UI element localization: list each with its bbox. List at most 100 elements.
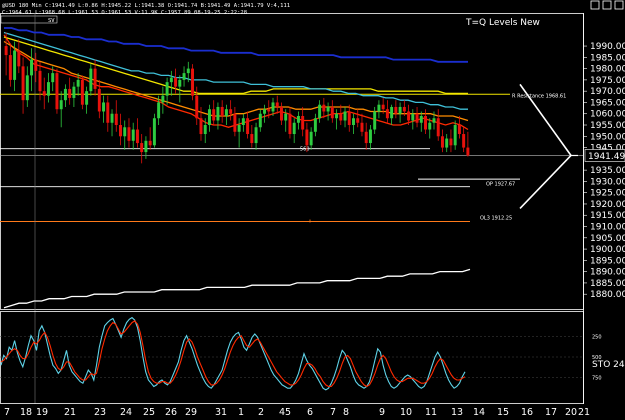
candle-body bbox=[440, 136, 444, 148]
candle-body bbox=[462, 134, 466, 148]
candle-body bbox=[326, 106, 330, 112]
candle-body bbox=[157, 102, 161, 119]
candle-body bbox=[254, 127, 258, 144]
price-tick-label: 1915.00 bbox=[590, 211, 625, 221]
candle-body bbox=[229, 109, 233, 114]
candle-body bbox=[415, 113, 419, 123]
candle-body bbox=[182, 73, 186, 80]
candle-body bbox=[25, 75, 29, 101]
date-tick-label: 24 bbox=[120, 407, 132, 418]
candle-body bbox=[385, 109, 389, 119]
date-tick-label: 18 bbox=[20, 407, 32, 418]
candle-body bbox=[4, 46, 8, 56]
price-tick-label: 1955.00 bbox=[590, 121, 625, 131]
candle-body bbox=[407, 111, 411, 121]
candle-body bbox=[250, 134, 254, 144]
price-tick-label: 1965.00 bbox=[590, 98, 625, 108]
candle-body bbox=[30, 59, 34, 76]
date-tick-label: 13 bbox=[451, 407, 463, 418]
price-tick-label: 1880.00 bbox=[590, 290, 625, 300]
trading-chart: @USD 180 Min C:1941.49 L:0.86 H:1945.22 … bbox=[0, 0, 625, 420]
level-label: 560 bbox=[300, 147, 310, 153]
candle-body bbox=[8, 55, 12, 80]
candle-body bbox=[102, 102, 106, 112]
candle-body bbox=[377, 104, 381, 112]
candle-body bbox=[263, 109, 267, 114]
price-tick-label: 1060.00 bbox=[590, 110, 625, 120]
price-tick-label: 1905.00 bbox=[590, 234, 625, 244]
date-tick-label: 26 bbox=[165, 407, 177, 418]
price-tick-label: 1950.00 bbox=[590, 132, 625, 142]
candle-body bbox=[123, 127, 127, 137]
date-tick-label: 29 bbox=[185, 407, 197, 418]
candle-body bbox=[233, 113, 237, 132]
date-tick-label: 23 bbox=[94, 407, 106, 418]
candle-body bbox=[237, 125, 241, 132]
price-tick-label: 1985.00 bbox=[590, 53, 625, 63]
candle-body bbox=[381, 104, 385, 110]
candle-body bbox=[313, 118, 317, 132]
candle-body bbox=[21, 66, 25, 101]
header-line-2: C:1964.61 L:1968.68 L:1961.53 O:1961.53 … bbox=[2, 10, 247, 16]
date-tick-label: 21 bbox=[64, 407, 76, 418]
candle-body bbox=[390, 106, 394, 119]
candle-body bbox=[63, 88, 67, 101]
date-tick-label: 25 bbox=[143, 407, 155, 418]
candle-body bbox=[80, 79, 84, 105]
candle-body bbox=[89, 68, 93, 92]
candle-body bbox=[271, 102, 275, 112]
candle-body bbox=[191, 68, 195, 96]
price-tick-label: 1885.00 bbox=[590, 279, 625, 289]
candle-body bbox=[51, 73, 55, 83]
candle-body bbox=[207, 109, 211, 126]
candle-body bbox=[402, 106, 406, 112]
candle-body bbox=[38, 70, 42, 92]
candle-body bbox=[195, 95, 199, 119]
price-tick-label: 1930.00 bbox=[590, 177, 625, 187]
date-tick-label: 16 bbox=[521, 407, 533, 418]
candle-body bbox=[212, 109, 216, 121]
sto-tick-label: 250 bbox=[592, 335, 602, 341]
date-tick-label: 7 bbox=[4, 407, 10, 418]
candle-body bbox=[186, 68, 190, 74]
candle-body bbox=[343, 111, 347, 121]
candle-body bbox=[131, 129, 135, 141]
candle-body bbox=[119, 125, 122, 137]
candle-body bbox=[373, 111, 377, 130]
price-tick-label: 1920.00 bbox=[590, 200, 625, 210]
candle-body bbox=[59, 100, 63, 110]
sto-tick-label: 750 bbox=[592, 376, 602, 382]
price-tick-label: 1980.00 bbox=[590, 65, 625, 75]
candle-body bbox=[466, 147, 470, 156]
date-tick-label: 31 bbox=[215, 407, 227, 418]
price-tick-label: 1990.00 bbox=[590, 42, 625, 52]
candle-body bbox=[368, 129, 372, 144]
candle-body bbox=[453, 125, 457, 146]
candle-body bbox=[106, 102, 110, 123]
date-tick-label: 11 bbox=[425, 407, 437, 418]
candle-body bbox=[398, 106, 402, 114]
candle-body bbox=[140, 143, 144, 153]
candle-body bbox=[352, 118, 355, 126]
price-tick-label: 1890.00 bbox=[590, 268, 625, 278]
candle-body bbox=[360, 122, 364, 132]
candle-body bbox=[301, 115, 305, 130]
level-label: OP 1927.67 bbox=[486, 182, 515, 188]
candle-body bbox=[330, 106, 334, 119]
candle-body bbox=[148, 140, 152, 146]
candle-body bbox=[127, 127, 131, 141]
candle-body bbox=[305, 129, 309, 146]
candle-body bbox=[318, 104, 322, 119]
candle-body bbox=[284, 113, 288, 121]
price-tick-label: 1975.00 bbox=[590, 76, 625, 86]
candle-body bbox=[309, 131, 313, 146]
candle-body bbox=[411, 113, 415, 121]
candle-body bbox=[292, 122, 296, 135]
candle-body bbox=[394, 106, 398, 114]
candle-body bbox=[432, 118, 436, 123]
candle-body bbox=[296, 115, 300, 123]
candle-body bbox=[216, 106, 220, 121]
candle-body bbox=[161, 95, 165, 103]
candle-body bbox=[85, 91, 89, 105]
candle-body bbox=[13, 50, 17, 80]
